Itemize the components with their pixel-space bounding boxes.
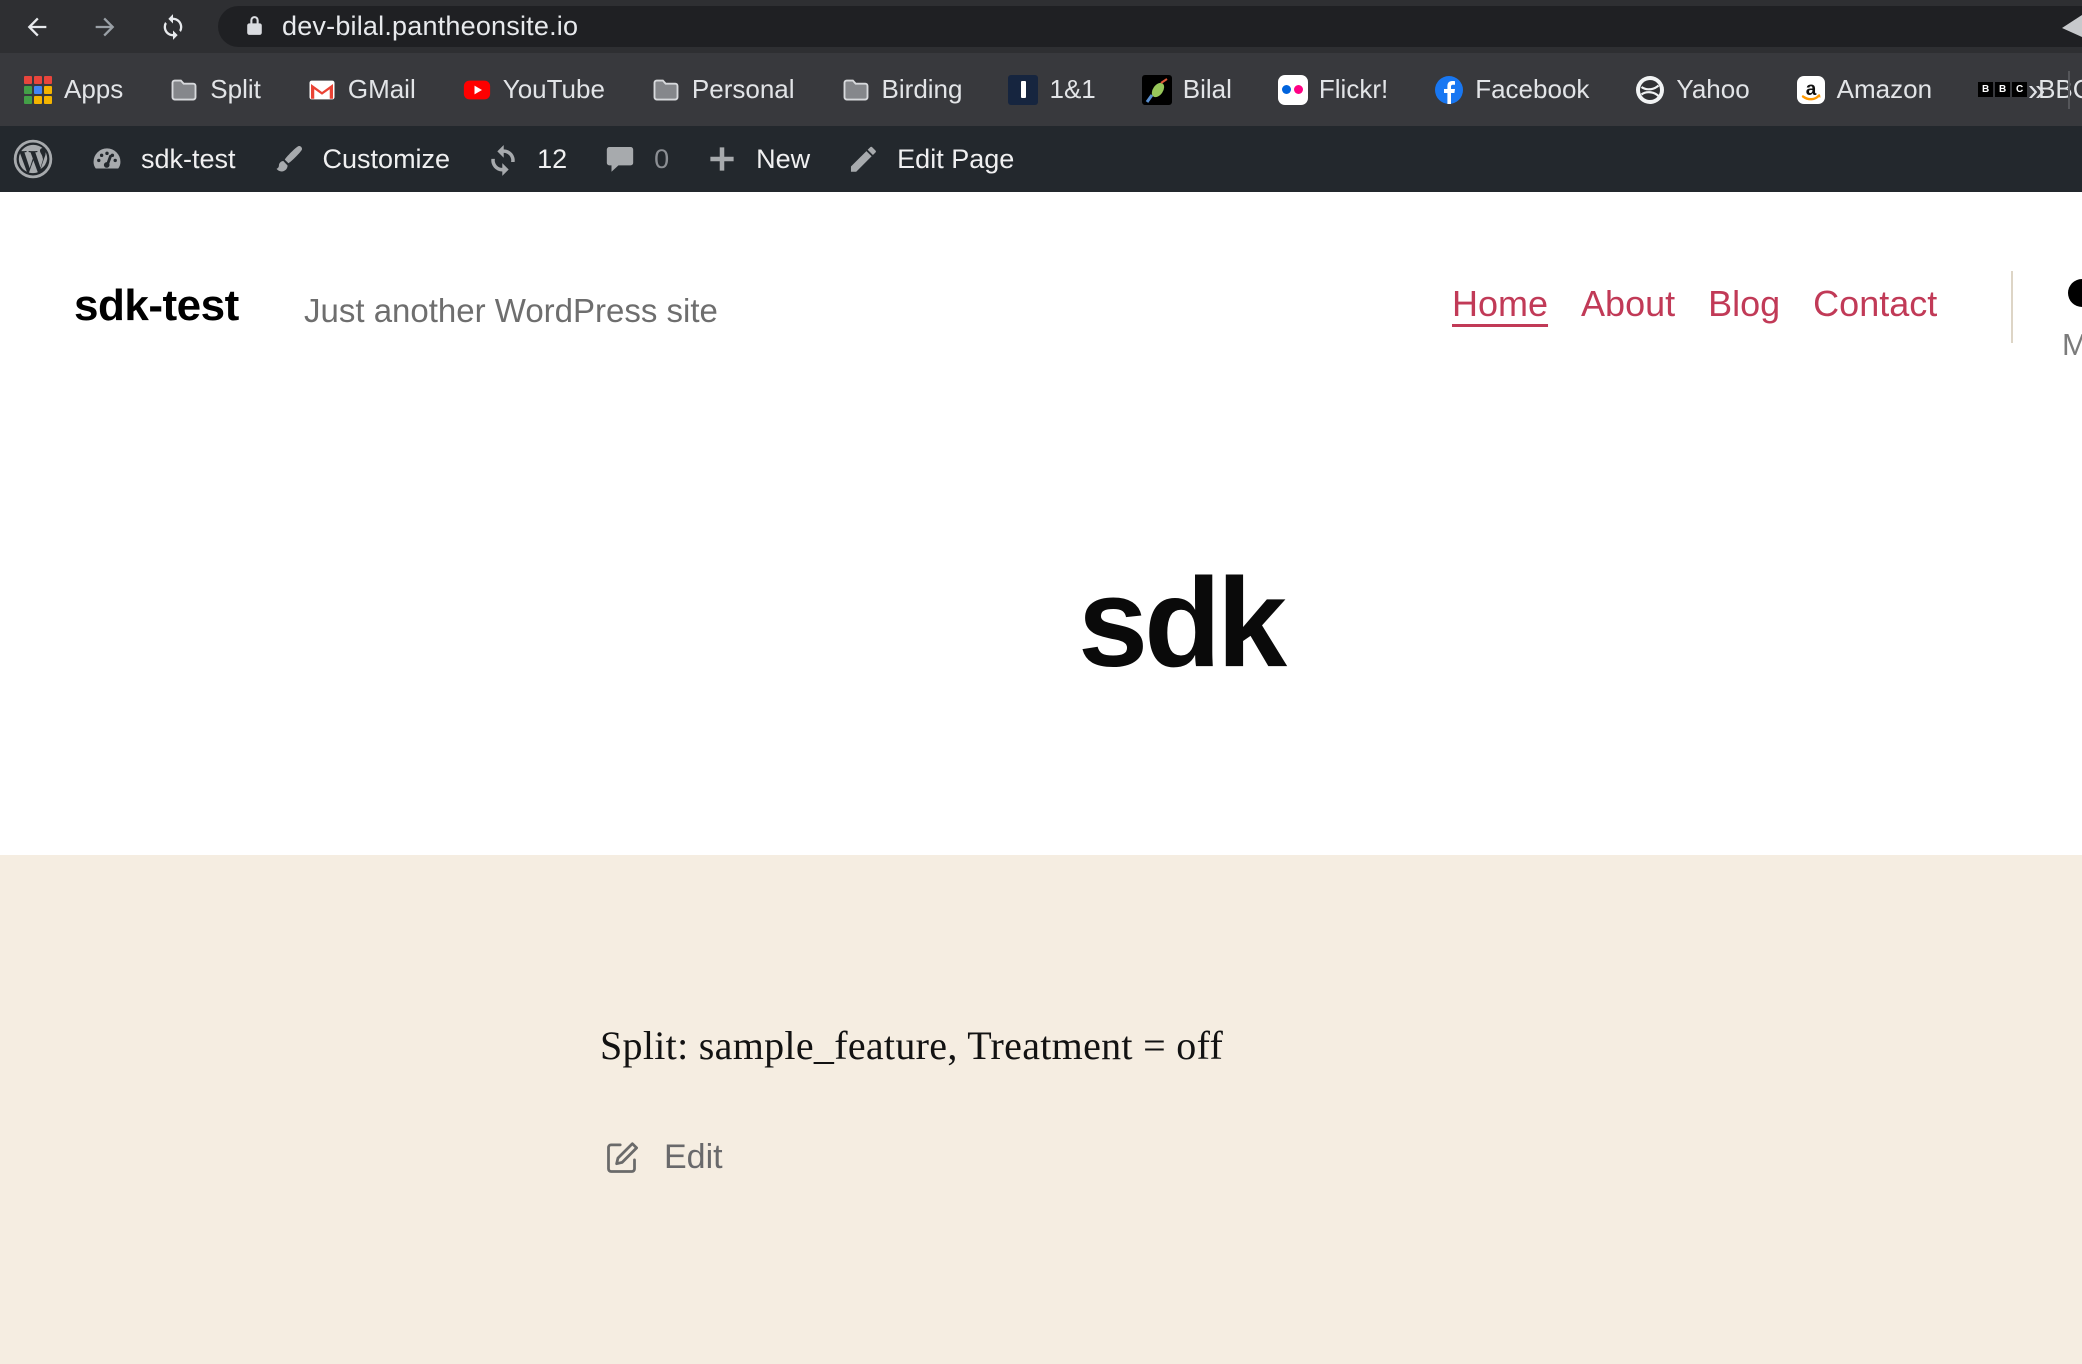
nav-about[interactable]: About	[1581, 283, 1675, 325]
bookmarks-bar: Apps Split GMail YouTube Personal	[0, 53, 2082, 126]
header-separator	[2011, 271, 2013, 343]
nav-home[interactable]: Home	[1452, 283, 1548, 325]
pencil-icon	[842, 138, 884, 180]
site-title[interactable]: sdk-test	[74, 281, 239, 331]
wp-admin-bar: sdk-test Customize 12 0 New	[0, 126, 2082, 192]
clipped-search-dot-icon[interactable]	[2068, 279, 2082, 307]
back-arrow-icon	[23, 13, 51, 41]
bookmarks-overflow-chevron[interactable]: »	[2028, 53, 2045, 126]
comments-bubble-icon	[599, 138, 641, 180]
admin-new[interactable]: New	[701, 138, 810, 180]
browser-toolbar: dev-bilal.pantheonsite.io	[0, 0, 2082, 53]
admin-customize[interactable]: Customize	[268, 138, 451, 180]
bookmark-label: 1&1	[1049, 74, 1095, 105]
edit-label: Edit	[664, 1138, 723, 1177]
site-nav: Home About Blog Contact	[1452, 283, 1937, 325]
folder-icon	[169, 75, 199, 105]
admin-updates-count: 12	[537, 144, 567, 175]
amazon-icon: a	[1796, 75, 1826, 105]
site-tagline: Just another WordPress site	[304, 292, 718, 330]
admin-edit-page-label: Edit Page	[897, 144, 1014, 175]
admin-edit-page[interactable]: Edit Page	[842, 138, 1014, 180]
bookmark-apps[interactable]: Apps	[23, 74, 123, 105]
customize-brush-icon	[268, 138, 310, 180]
clipped-menu-text: M	[2062, 327, 2082, 363]
bookmark-bilal[interactable]: Bilal	[1142, 74, 1232, 105]
admin-comments[interactable]: 0	[599, 138, 669, 180]
admin-updates[interactable]: 12	[482, 138, 567, 180]
oneandone-icon	[1008, 75, 1038, 105]
hummingbird-icon	[1142, 75, 1172, 105]
bookmark-label: Yahoo	[1676, 74, 1749, 105]
bookmark-label: Personal	[692, 74, 795, 105]
bookmark-folder-split[interactable]: Split	[169, 74, 261, 105]
edit-link[interactable]: Edit	[602, 1138, 723, 1177]
bookmark-label: Facebook	[1475, 74, 1589, 105]
folder-icon	[841, 75, 871, 105]
content-section	[0, 855, 2082, 1364]
bookmark-yahoo[interactable]: Yahoo	[1635, 74, 1749, 105]
bbc-icon: BBC	[1978, 82, 2027, 97]
bookmark-label: Amazon	[1837, 74, 1932, 105]
admin-site-name[interactable]: sdk-test	[86, 138, 236, 180]
bookmark-1and1[interactable]: 1&1	[1008, 74, 1095, 105]
bookmark-label: Split	[210, 74, 261, 105]
admin-customize-label: Customize	[323, 144, 451, 175]
split-status-text: Split: sample_feature, Treatment = off	[600, 1022, 1223, 1069]
address-bar[interactable]: dev-bilal.pantheonsite.io	[218, 6, 2082, 47]
admin-new-label: New	[756, 144, 810, 175]
bookmarks-separator	[2068, 71, 2070, 109]
bookmark-flickr[interactable]: Flickr!	[1278, 74, 1388, 105]
admin-site-name-label: sdk-test	[141, 144, 236, 175]
youtube-icon	[462, 75, 492, 105]
edit-pencil-icon	[602, 1138, 641, 1177]
updates-icon	[482, 138, 524, 180]
facebook-icon	[1434, 75, 1464, 105]
nav-blog[interactable]: Blog	[1708, 283, 1780, 325]
bookmark-gmail[interactable]: GMail	[307, 74, 416, 105]
nav-contact[interactable]: Contact	[1813, 283, 1937, 325]
yahoo-globe-icon	[1635, 75, 1665, 105]
reload-button[interactable]	[158, 12, 188, 42]
forward-button[interactable]	[90, 12, 120, 42]
url-text: dev-bilal.pantheonsite.io	[282, 11, 578, 42]
back-button[interactable]	[22, 12, 52, 42]
site-gauge-icon	[86, 138, 128, 180]
svg-text:a: a	[1805, 79, 1816, 100]
bookmark-label: Bilal	[1183, 74, 1232, 105]
clipped-corner-icon	[2060, 13, 2082, 43]
plus-icon	[701, 138, 743, 180]
bookmark-facebook[interactable]: Facebook	[1434, 74, 1589, 105]
apps-grid-icon	[23, 75, 53, 105]
browser-window: dev-bilal.pantheonsite.io Apps Split GMa…	[0, 0, 2082, 1364]
bookmark-label: Apps	[64, 74, 123, 105]
bookmark-label: Birding	[882, 74, 963, 105]
bookmark-youtube[interactable]: YouTube	[462, 74, 605, 105]
bookmark-folder-birding[interactable]: Birding	[841, 74, 963, 105]
reload-icon	[159, 13, 187, 41]
site-logo[interactable]: sdk	[1078, 560, 1283, 686]
gmail-icon	[307, 75, 337, 105]
bookmark-label: YouTube	[503, 74, 605, 105]
wordpress-logo-icon	[12, 138, 54, 180]
bookmark-label: Flickr!	[1319, 74, 1388, 105]
wp-logo-menu[interactable]	[12, 138, 54, 180]
lock-icon	[242, 14, 267, 39]
bookmark-label: GMail	[348, 74, 416, 105]
folder-icon	[651, 75, 681, 105]
forward-arrow-icon	[91, 13, 119, 41]
admin-comments-count: 0	[654, 144, 669, 175]
bookmark-folder-personal[interactable]: Personal	[651, 74, 795, 105]
flickr-icon	[1278, 75, 1308, 105]
bookmark-amazon[interactable]: a Amazon	[1796, 74, 1932, 105]
